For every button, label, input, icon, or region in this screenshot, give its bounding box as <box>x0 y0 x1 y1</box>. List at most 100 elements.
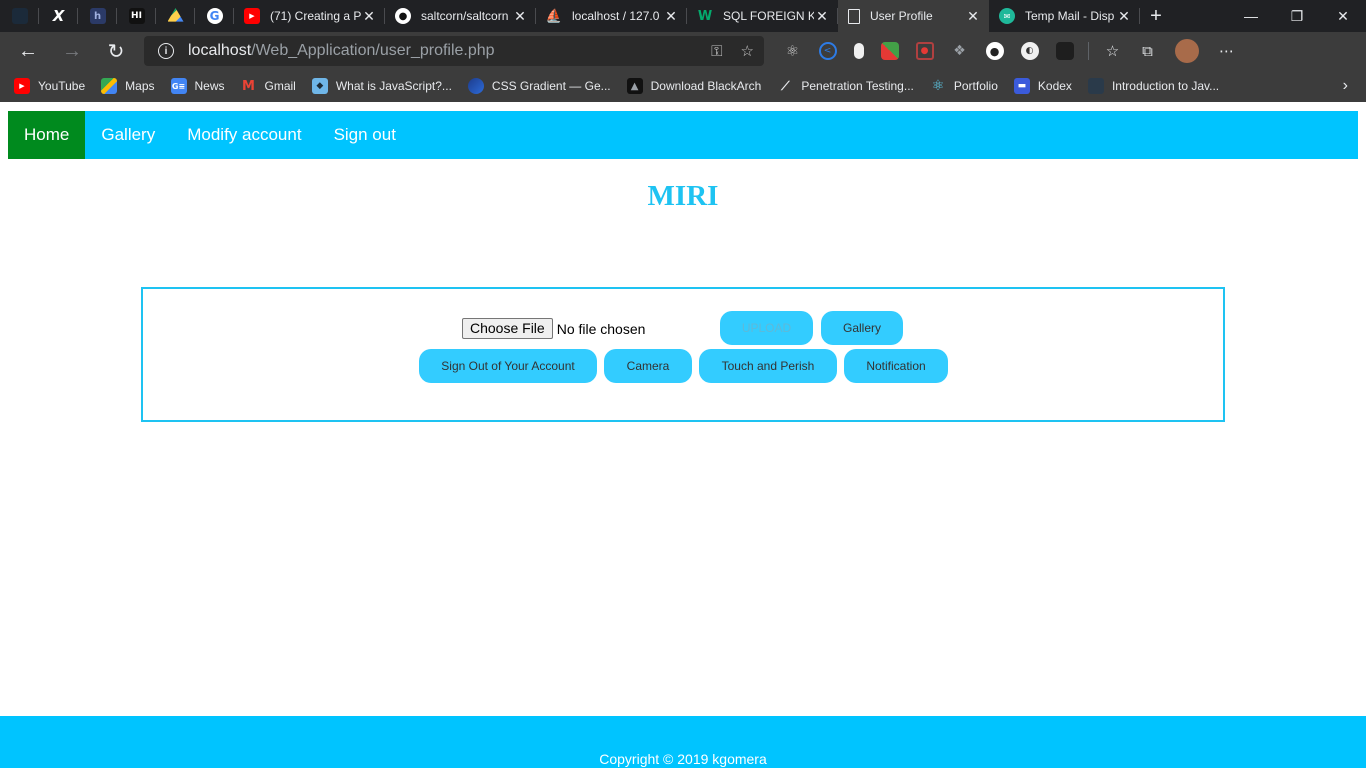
close-icon[interactable]: ✕ <box>663 8 679 25</box>
site-navbar: Home Gallery Modify account Sign out <box>8 111 1358 159</box>
pinned-tab-3[interactable]: h <box>78 0 117 32</box>
bookmark-penetration-testing[interactable]: ⟋ Penetration Testing... <box>777 78 914 94</box>
nav-gallery[interactable]: Gallery <box>85 111 171 159</box>
collections-icon[interactable]: ⧉ <box>1139 42 1157 60</box>
react-devtools-icon[interactable]: ⚛ <box>784 42 802 60</box>
window-controls: — ❐ ✕ <box>1228 0 1366 32</box>
minimize-icon[interactable]: — <box>1228 0 1274 32</box>
reload-icon[interactable]: ↻ <box>94 32 138 70</box>
page-title: MIRI <box>647 180 719 212</box>
bookmark-news[interactable]: G≡ News <box>170 78 225 94</box>
bookmark-label: What is JavaScript?... <box>335 79 452 93</box>
omnibox-actions: ⚿ ☆ <box>711 36 754 66</box>
tab-temp-mail[interactable]: ✉ Temp Mail - Disp ✕ <box>989 0 1140 32</box>
tab-youtube[interactable]: ▶ (71) Creating a P ✕ <box>234 0 385 32</box>
tempmail-icon: ✉ <box>999 8 1015 24</box>
github-icon: ● <box>395 8 411 24</box>
back-arrow-icon[interactable]: ← <box>6 32 50 70</box>
dropbox-icon[interactable]: ❖ <box>951 42 969 60</box>
kali-icon: ⟋ <box>781 78 790 93</box>
nav-modify-account[interactable]: Modify account <box>171 111 317 159</box>
bookmark-label: Introduction to Jav... <box>1111 79 1220 93</box>
tab-title: localhost / 127.0 <box>572 9 660 23</box>
site-footer: Copyright © 2019 kgomera <box>0 716 1366 768</box>
star-icon[interactable]: ☆ <box>741 42 754 60</box>
toolbar-divider <box>1088 42 1089 60</box>
bookmark-youtube[interactable]: ▶ YouTube <box>14 78 85 94</box>
close-icon[interactable]: ✕ <box>814 8 830 25</box>
address-bar[interactable]: i localhost/Web_Application/user_profile… <box>144 36 764 66</box>
notification-button[interactable]: Notification <box>844 349 948 383</box>
bookmark-label: Penetration Testing... <box>801 79 914 93</box>
file-status: No file chosen <box>556 320 646 337</box>
upload-button[interactable]: UPLOAD <box>720 311 813 345</box>
pinned-tab-5[interactable] <box>156 0 195 32</box>
tab-title: User Profile <box>870 9 933 23</box>
bookmark-blackarch[interactable]: ▲ Download BlackArch <box>626 78 762 94</box>
file-input[interactable]: Choose File No file chosen <box>462 318 645 339</box>
mouse-extension-icon[interactable] <box>853 43 864 59</box>
browser-tab-strip: X h HI G ▶ (71) Creating a P ✕ ● saltcor… <box>0 0 1366 32</box>
profile-avatar[interactable] <box>1175 39 1199 63</box>
restore-icon[interactable]: ❐ <box>1274 0 1320 32</box>
circle-extension-icon[interactable]: ◐ <box>1020 42 1039 60</box>
pinned-tab-6[interactable]: G <box>195 0 234 32</box>
new-tab-button[interactable]: + <box>1140 0 1172 32</box>
pinned-tab-4[interactable]: HI <box>117 0 156 32</box>
tab-phpmyadmin[interactable]: ⛵ localhost / 127.0 ✕ <box>536 0 687 32</box>
nav-home[interactable]: Home <box>8 111 86 159</box>
bookmark-javascript[interactable]: ◆ What is JavaScript?... <box>311 78 452 94</box>
bookmark-label: Download BlackArch <box>650 79 762 93</box>
address-url[interactable]: localhost/Web_Application/user_profile.p… <box>188 42 495 60</box>
github-icon[interactable]: ● <box>985 42 1004 60</box>
choose-file-button[interactable]: Choose File <box>462 318 553 339</box>
close-icon[interactable]: ✕ <box>512 8 528 25</box>
gallery-button[interactable]: Gallery <box>821 311 903 345</box>
close-icon[interactable]: ✕ <box>361 8 377 25</box>
sign-out-button[interactable]: Sign Out of Your Account <box>419 349 597 383</box>
hashnode-icon: HI <box>128 8 145 24</box>
pinned-tab-1[interactable] <box>0 0 39 32</box>
tab-github[interactable]: ● saltcorn/saltcorn ✕ <box>385 0 536 32</box>
url-host: localhost <box>188 42 252 59</box>
page-icon <box>848 8 860 24</box>
nav-sign-out[interactable]: Sign out <box>318 111 412 159</box>
pinned-tab-2[interactable]: X <box>39 0 78 32</box>
more-menu-icon[interactable]: ⋯ <box>1218 42 1236 60</box>
tab-w3schools[interactable]: W SQL FOREIGN KE ✕ <box>687 0 838 32</box>
blackarch-icon: ▲ <box>626 78 643 94</box>
tab-title: Temp Mail - Disp <box>1025 9 1115 23</box>
key-icon[interactable]: ⚿ <box>711 43 722 60</box>
share-extension-icon[interactable]: < <box>818 42 837 60</box>
touch-and-perish-button[interactable]: Touch and Perish <box>699 349 837 383</box>
bookmark-css-gradient[interactable]: CSS Gradient — Ge... <box>467 78 611 94</box>
site-info-icon[interactable]: i <box>158 43 174 59</box>
bookmark-icon: ◆ <box>311 78 328 94</box>
kodex-icon: ▬ <box>1013 78 1030 94</box>
close-window-icon[interactable]: ✕ <box>1320 0 1366 32</box>
url-path: /Web_Application/user_profile.php <box>251 42 495 59</box>
bookmark-label: Portfolio <box>953 79 998 93</box>
close-icon[interactable]: ✕ <box>1116 8 1132 25</box>
forward-arrow-icon[interactable]: → <box>50 32 94 70</box>
bookmark-portfolio[interactable]: ⚛ Portfolio <box>930 78 998 94</box>
bookmark-maps[interactable]: Maps <box>101 78 155 94</box>
google-news-icon: G≡ <box>170 78 187 94</box>
profile-actions-panel: Choose File No file chosen UPLOAD Galler… <box>141 287 1225 422</box>
bookmark-label: CSS Gradient — Ge... <box>491 79 611 93</box>
favorites-icon[interactable]: ☆ <box>1104 42 1122 60</box>
bookmark-kodex[interactable]: ▬ Kodex <box>1013 78 1072 94</box>
color-picker-icon[interactable] <box>880 42 899 60</box>
maps-icon <box>101 78 118 94</box>
bookmark-intro-java[interactable]: Introduction to Jav... <box>1087 78 1220 94</box>
gmail-icon: M <box>242 78 255 94</box>
bookmark-label: Maps <box>125 79 155 93</box>
tab-user-profile[interactable]: User Profile ✕ <box>838 0 989 32</box>
close-icon[interactable]: ✕ <box>965 8 981 25</box>
tab-title: (71) Creating a P <box>270 9 361 23</box>
dark-extension-icon[interactable] <box>1055 42 1074 60</box>
camera-button[interactable]: Camera <box>604 349 692 383</box>
bookmark-gmail[interactable]: M Gmail <box>241 78 296 94</box>
screen-recorder-icon[interactable]: ● <box>915 42 934 60</box>
chevron-right-icon[interactable]: › <box>1343 70 1348 102</box>
